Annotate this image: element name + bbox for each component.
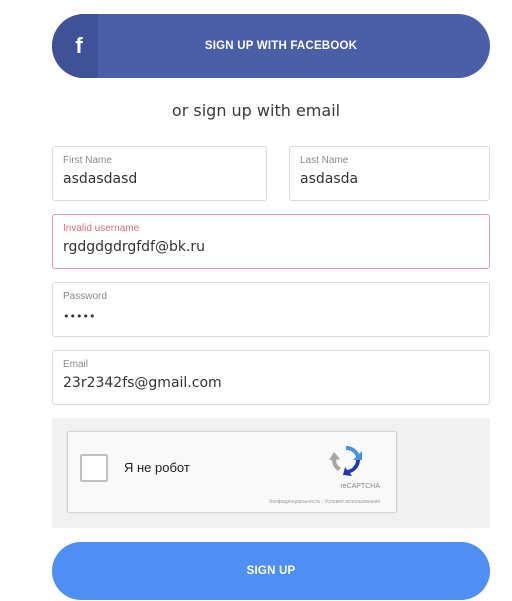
email-signup-divider: or sign up with email [171,101,341,120]
first-name-field[interactable]: First Name asdasdasd [52,146,267,201]
email-value[interactable]: 23r2342fs@gmail.com [63,375,222,391]
facebook-signup-button[interactable]: f SIGN UP WITH FACEBOOK [52,14,490,78]
password-value[interactable]: ••••• [63,310,95,323]
last-name-label: Last Name [300,155,349,166]
signup-button[interactable]: SIGN UP [52,542,490,600]
signup-button-label: SIGN UP [246,565,296,577]
recaptcha-checkbox-label: Я не робот [124,460,190,475]
recaptcha-terms-link[interactable]: Конфиденциальность - Условия использован… [269,499,380,505]
last-name-value[interactable]: asdasda [300,171,358,187]
first-name-label: First Name [63,155,112,166]
email-label: Email [63,359,89,370]
recaptcha-checkbox[interactable] [80,454,108,482]
username-error-label: Invalid username [63,223,140,234]
password-label: Password [63,291,107,302]
first-name-value[interactable]: asdasdasd [63,171,137,187]
recaptcha-logo-icon [329,445,362,476]
password-field[interactable]: Password ••••• [52,282,490,337]
last-name-field[interactable]: Last Name asdasda [289,146,490,201]
username-field[interactable]: Invalid username rgdgdgdrgfdf@bk.ru [52,214,490,269]
facebook-icon-glyph: f [75,33,83,58]
facebook-signup-label: SIGN UP WITH FACEBOOK [204,40,358,52]
recaptcha-brand: reCAPTCHA [340,483,380,490]
username-value[interactable]: rgdgdgdrgfdf@bk.ru [63,239,205,255]
email-field[interactable]: Email 23r2342fs@gmail.com [52,350,490,405]
facebook-icon: f [52,14,98,78]
recaptcha-widget: Я не робот reCAPTCHA Конфиденциальность … [67,431,397,513]
